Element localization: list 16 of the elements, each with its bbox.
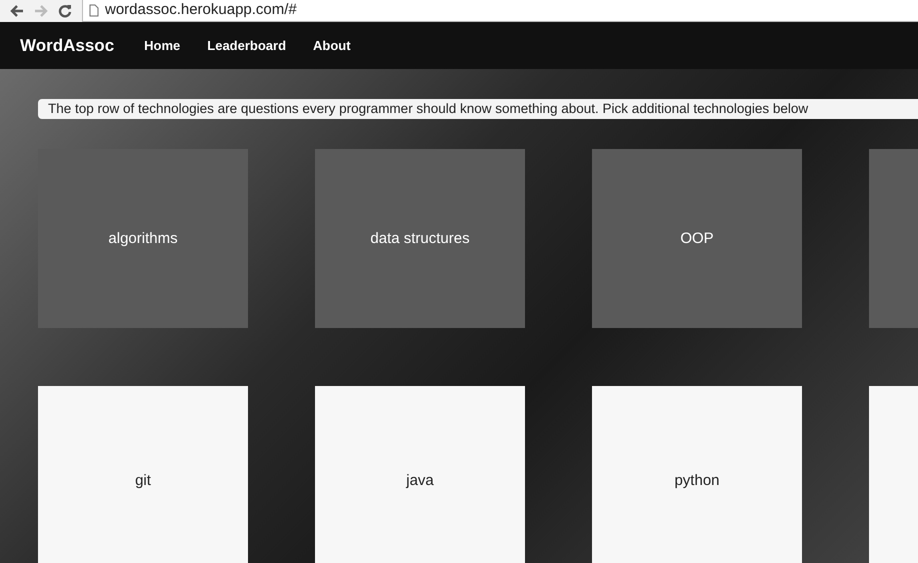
technology-tile[interactable]: java: [315, 386, 525, 563]
url-text: wordassoc.herokuapp.com/#: [105, 0, 297, 20]
nav-link[interactable]: About: [313, 36, 351, 56]
technology-tile[interactable]: algorithms: [38, 149, 248, 328]
reload-icon[interactable]: [58, 4, 72, 18]
brand-link[interactable]: WordAssoc: [20, 32, 114, 58]
nav-link[interactable]: Leaderboard: [207, 36, 286, 56]
intro-text: The top row of technologies are questions every programmer should know something about. Pick additional technologies below: [48, 100, 808, 118]
nav-link[interactable]: Home: [144, 36, 180, 56]
technology-tile[interactable]: OOP: [592, 149, 802, 328]
technology-tile[interactable]: python: [592, 386, 802, 563]
page-icon: [89, 4, 99, 17]
technology-tile[interactable]: git: [38, 386, 248, 563]
technology-tile[interactable]: data structures: [315, 149, 525, 328]
back-icon[interactable]: [10, 4, 24, 18]
address-bar[interactable]: wordassoc.herokuapp.com/#: [82, 0, 918, 22]
